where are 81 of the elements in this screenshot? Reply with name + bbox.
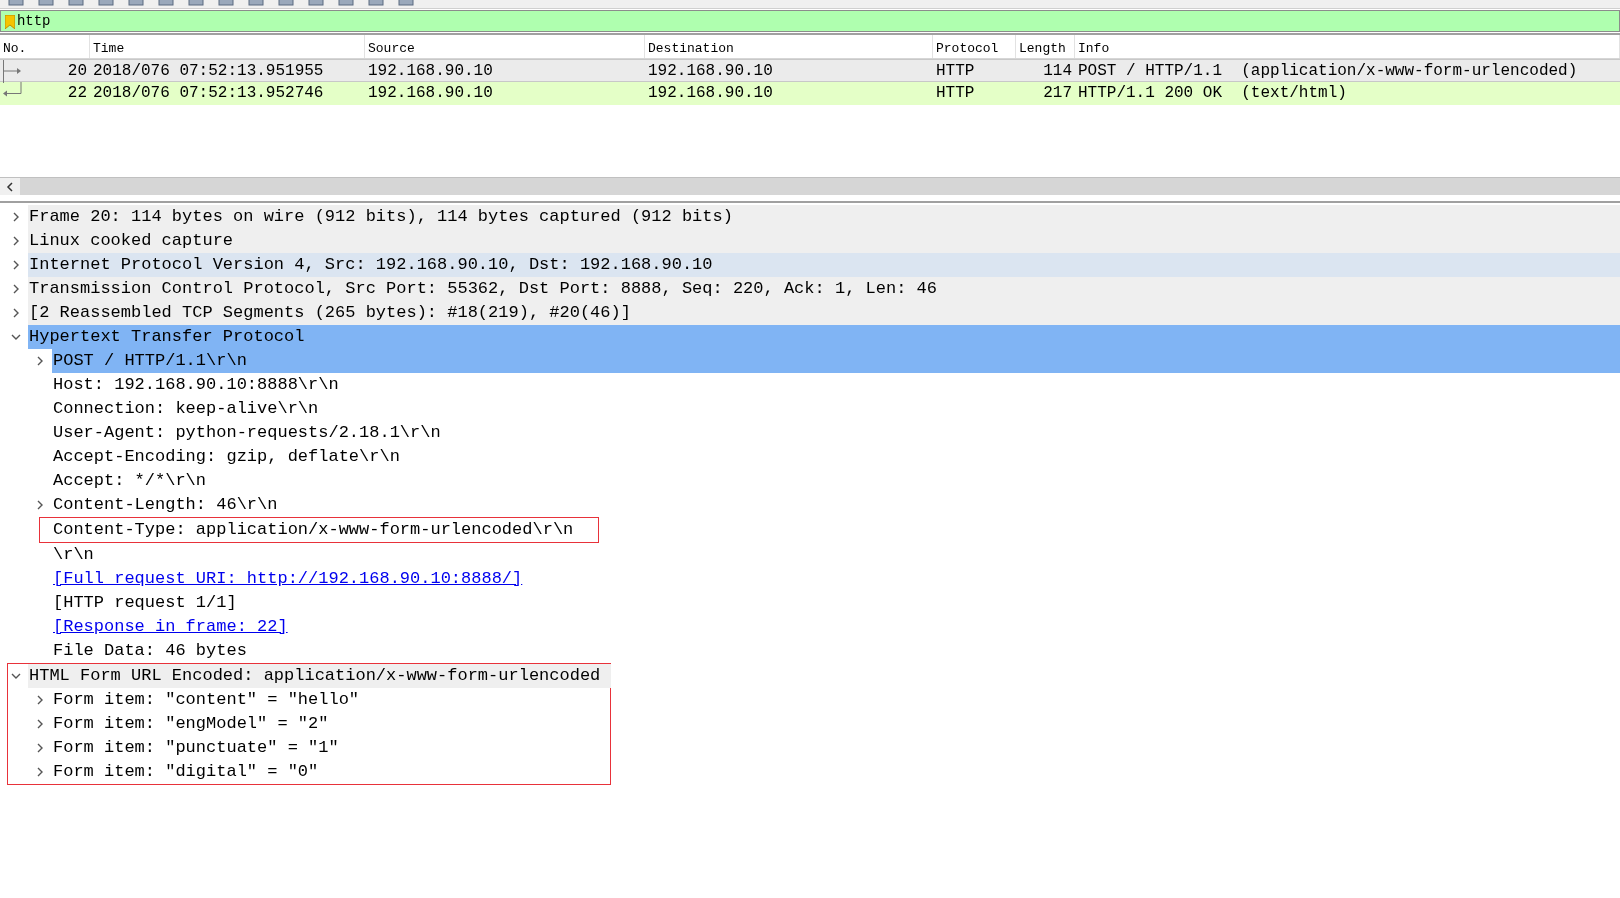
toolbar-icon[interactable] bbox=[68, 0, 84, 6]
tree-item[interactable]: Form item: "engModel" = "2" bbox=[52, 712, 610, 736]
tree-item[interactable]: [2 Reassembled TCP Segments (265 bytes): #18(219), #20(46)] bbox=[28, 301, 1620, 325]
toolbar-icon[interactable] bbox=[38, 0, 54, 6]
bookmark-icon[interactable] bbox=[5, 15, 15, 29]
chevron-down-icon[interactable] bbox=[11, 332, 21, 342]
chevron-right-icon[interactable] bbox=[11, 236, 21, 246]
tree-item[interactable]: File Data: 46 bytes bbox=[52, 639, 1620, 663]
chevron-right-icon[interactable] bbox=[11, 308, 21, 318]
tree-item[interactable]: Connection: keep-alive\r\n bbox=[52, 397, 1620, 421]
toolbar-icon[interactable] bbox=[8, 0, 24, 6]
tree-item[interactable]: Frame 20: 114 bytes on wire (912 bits), 114 bytes captured (912 bits) bbox=[28, 205, 1620, 229]
table-cell-text: 192.168.90.10 bbox=[367, 61, 494, 81]
toolbar-icon[interactable] bbox=[128, 0, 144, 6]
table-cell-text: 22 bbox=[67, 83, 87, 104]
tree-item[interactable]: HTML Form URL Encoded: application/x-www-form-urlencoded bbox=[28, 664, 611, 688]
table-cell-text: HTTP/1.1 200 OK (text/html) bbox=[1077, 83, 1348, 104]
tree-item[interactable]: \r\n bbox=[52, 543, 1620, 567]
table-cell-text: 2018/076 07:52:13.951955 bbox=[92, 61, 325, 81]
tree-item[interactable]: [HTTP request 1/1] bbox=[52, 591, 1620, 615]
toolbar-icon[interactable] bbox=[98, 0, 114, 6]
chevron-right-icon[interactable] bbox=[11, 284, 21, 294]
link[interactable]: [Full request URI: http://192.168.90.10:8888/] bbox=[53, 569, 523, 588]
column-header[interactable]: Info bbox=[1075, 35, 1620, 58]
tree-item[interactable]: Internet Protocol Version 4, Src: 192.168.90.10, Dst: 192.168.90.10 bbox=[28, 253, 1620, 277]
chevron-right-icon[interactable] bbox=[35, 767, 45, 777]
chevron-right-icon[interactable] bbox=[11, 260, 21, 270]
toolbar-icon[interactable] bbox=[218, 0, 234, 6]
table-cell-text: 114 bbox=[1042, 61, 1073, 81]
table-cell-text: HTTP bbox=[935, 83, 976, 104]
toolbar-icon[interactable] bbox=[368, 0, 384, 6]
toolbar-icon[interactable] bbox=[158, 0, 174, 6]
toolbar-icon[interactable] bbox=[308, 0, 324, 6]
packet-row[interactable]: 20 2018/076 07:52:13.951955 192.168.90.10 192.168.90.10 HTTP 114 POST / HTTP/1.1 (application/x-www-form-urlencoded) bbox=[0, 59, 1620, 82]
tree-item[interactable]: [Full request URI: http://192.168.90.10:8888/] bbox=[52, 567, 1620, 591]
table-cell-text: 2018/076 07:52:13.952746 bbox=[92, 83, 325, 104]
column-header[interactable]: Protocol bbox=[933, 35, 1016, 58]
tree-item[interactable]: Accept-Encoding: gzip, deflate\r\n bbox=[52, 445, 1620, 469]
tree-item[interactable]: Transmission Control Protocol, Src Port: 55362, Dst Port: 8888, Seq: 220, Ack: 1, Len: 46 bbox=[28, 277, 1620, 301]
column-header[interactable]: No. bbox=[0, 35, 90, 58]
column-header[interactable]: Length bbox=[1016, 35, 1075, 58]
chevron-right-icon[interactable] bbox=[35, 500, 45, 510]
toolbar-icon[interactable] bbox=[188, 0, 204, 6]
tree-item[interactable]: Form item: "digital" = "0" bbox=[52, 760, 610, 784]
tree-item[interactable]: Content-Length: 46\r\n bbox=[52, 493, 1620, 517]
table-cell-text: 217 bbox=[1042, 83, 1073, 104]
table-cell-text: 192.168.90.10 bbox=[367, 83, 494, 104]
tree-item[interactable]: [Response in frame: 22] bbox=[52, 615, 1620, 639]
tree-item[interactable]: Host: 192.168.90.10:8888\r\n bbox=[52, 373, 1620, 397]
horizontal-scrollbar[interactable] bbox=[0, 177, 1620, 195]
column-header[interactable]: Time bbox=[90, 35, 365, 58]
chevron-down-icon[interactable] bbox=[11, 671, 21, 681]
toolbar-icon[interactable] bbox=[338, 0, 354, 6]
right-arrow-icon bbox=[3, 60, 21, 83]
table-cell-text: HTTP bbox=[935, 61, 976, 81]
table-cell-text: 192.168.90.10 bbox=[647, 83, 774, 104]
tree-item[interactable]: POST / HTTP/1.1\r\n bbox=[52, 349, 1620, 373]
tree-item[interactable]: Form item: "punctuate" = "1" bbox=[52, 736, 610, 760]
left-arrow-icon bbox=[3, 82, 22, 97]
tree-item[interactable]: User-Agent: python-requests/2.18.1\r\n bbox=[52, 421, 1620, 445]
tree-item[interactable]: Content-Type: application/x-www-form-urlencoded\r\n bbox=[52, 518, 574, 542]
toolbar-icon[interactable] bbox=[398, 0, 414, 6]
packet-row[interactable]: 22 2018/076 07:52:13.952746 192.168.90.10 192.168.90.10 HTTP 217 HTTP/1.1 200 OK (text/html) bbox=[0, 82, 1620, 105]
chevron-right-icon[interactable] bbox=[35, 743, 45, 753]
table-cell-text: 20 bbox=[67, 61, 87, 81]
chevron-right-icon[interactable] bbox=[35, 695, 45, 705]
tree-item[interactable]: Accept: */*\r\n bbox=[52, 469, 1620, 493]
chevron-right-icon[interactable] bbox=[35, 356, 45, 366]
chevron-right-icon[interactable] bbox=[35, 719, 45, 729]
tree-item[interactable]: Linux cooked capture bbox=[28, 229, 1620, 253]
table-cell-text: POST / HTTP/1.1 (application/x-www-form-urlencoded) bbox=[1077, 61, 1579, 81]
toolbar-icon[interactable] bbox=[278, 0, 294, 6]
tree-item[interactable]: Form item: "content" = "hello" bbox=[52, 688, 610, 712]
chevron-right-icon[interactable] bbox=[11, 212, 21, 222]
link[interactable]: [Response in frame: 22] bbox=[53, 617, 288, 636]
scroll-left-icon[interactable] bbox=[6, 181, 14, 192]
column-header[interactable]: Source bbox=[365, 35, 645, 58]
toolbar-icon[interactable] bbox=[248, 0, 264, 6]
tree-item[interactable]: Hypertext Transfer Protocol bbox=[28, 325, 1620, 349]
table-cell-text: 192.168.90.10 bbox=[647, 61, 774, 81]
column-header[interactable]: Destination bbox=[645, 35, 933, 58]
